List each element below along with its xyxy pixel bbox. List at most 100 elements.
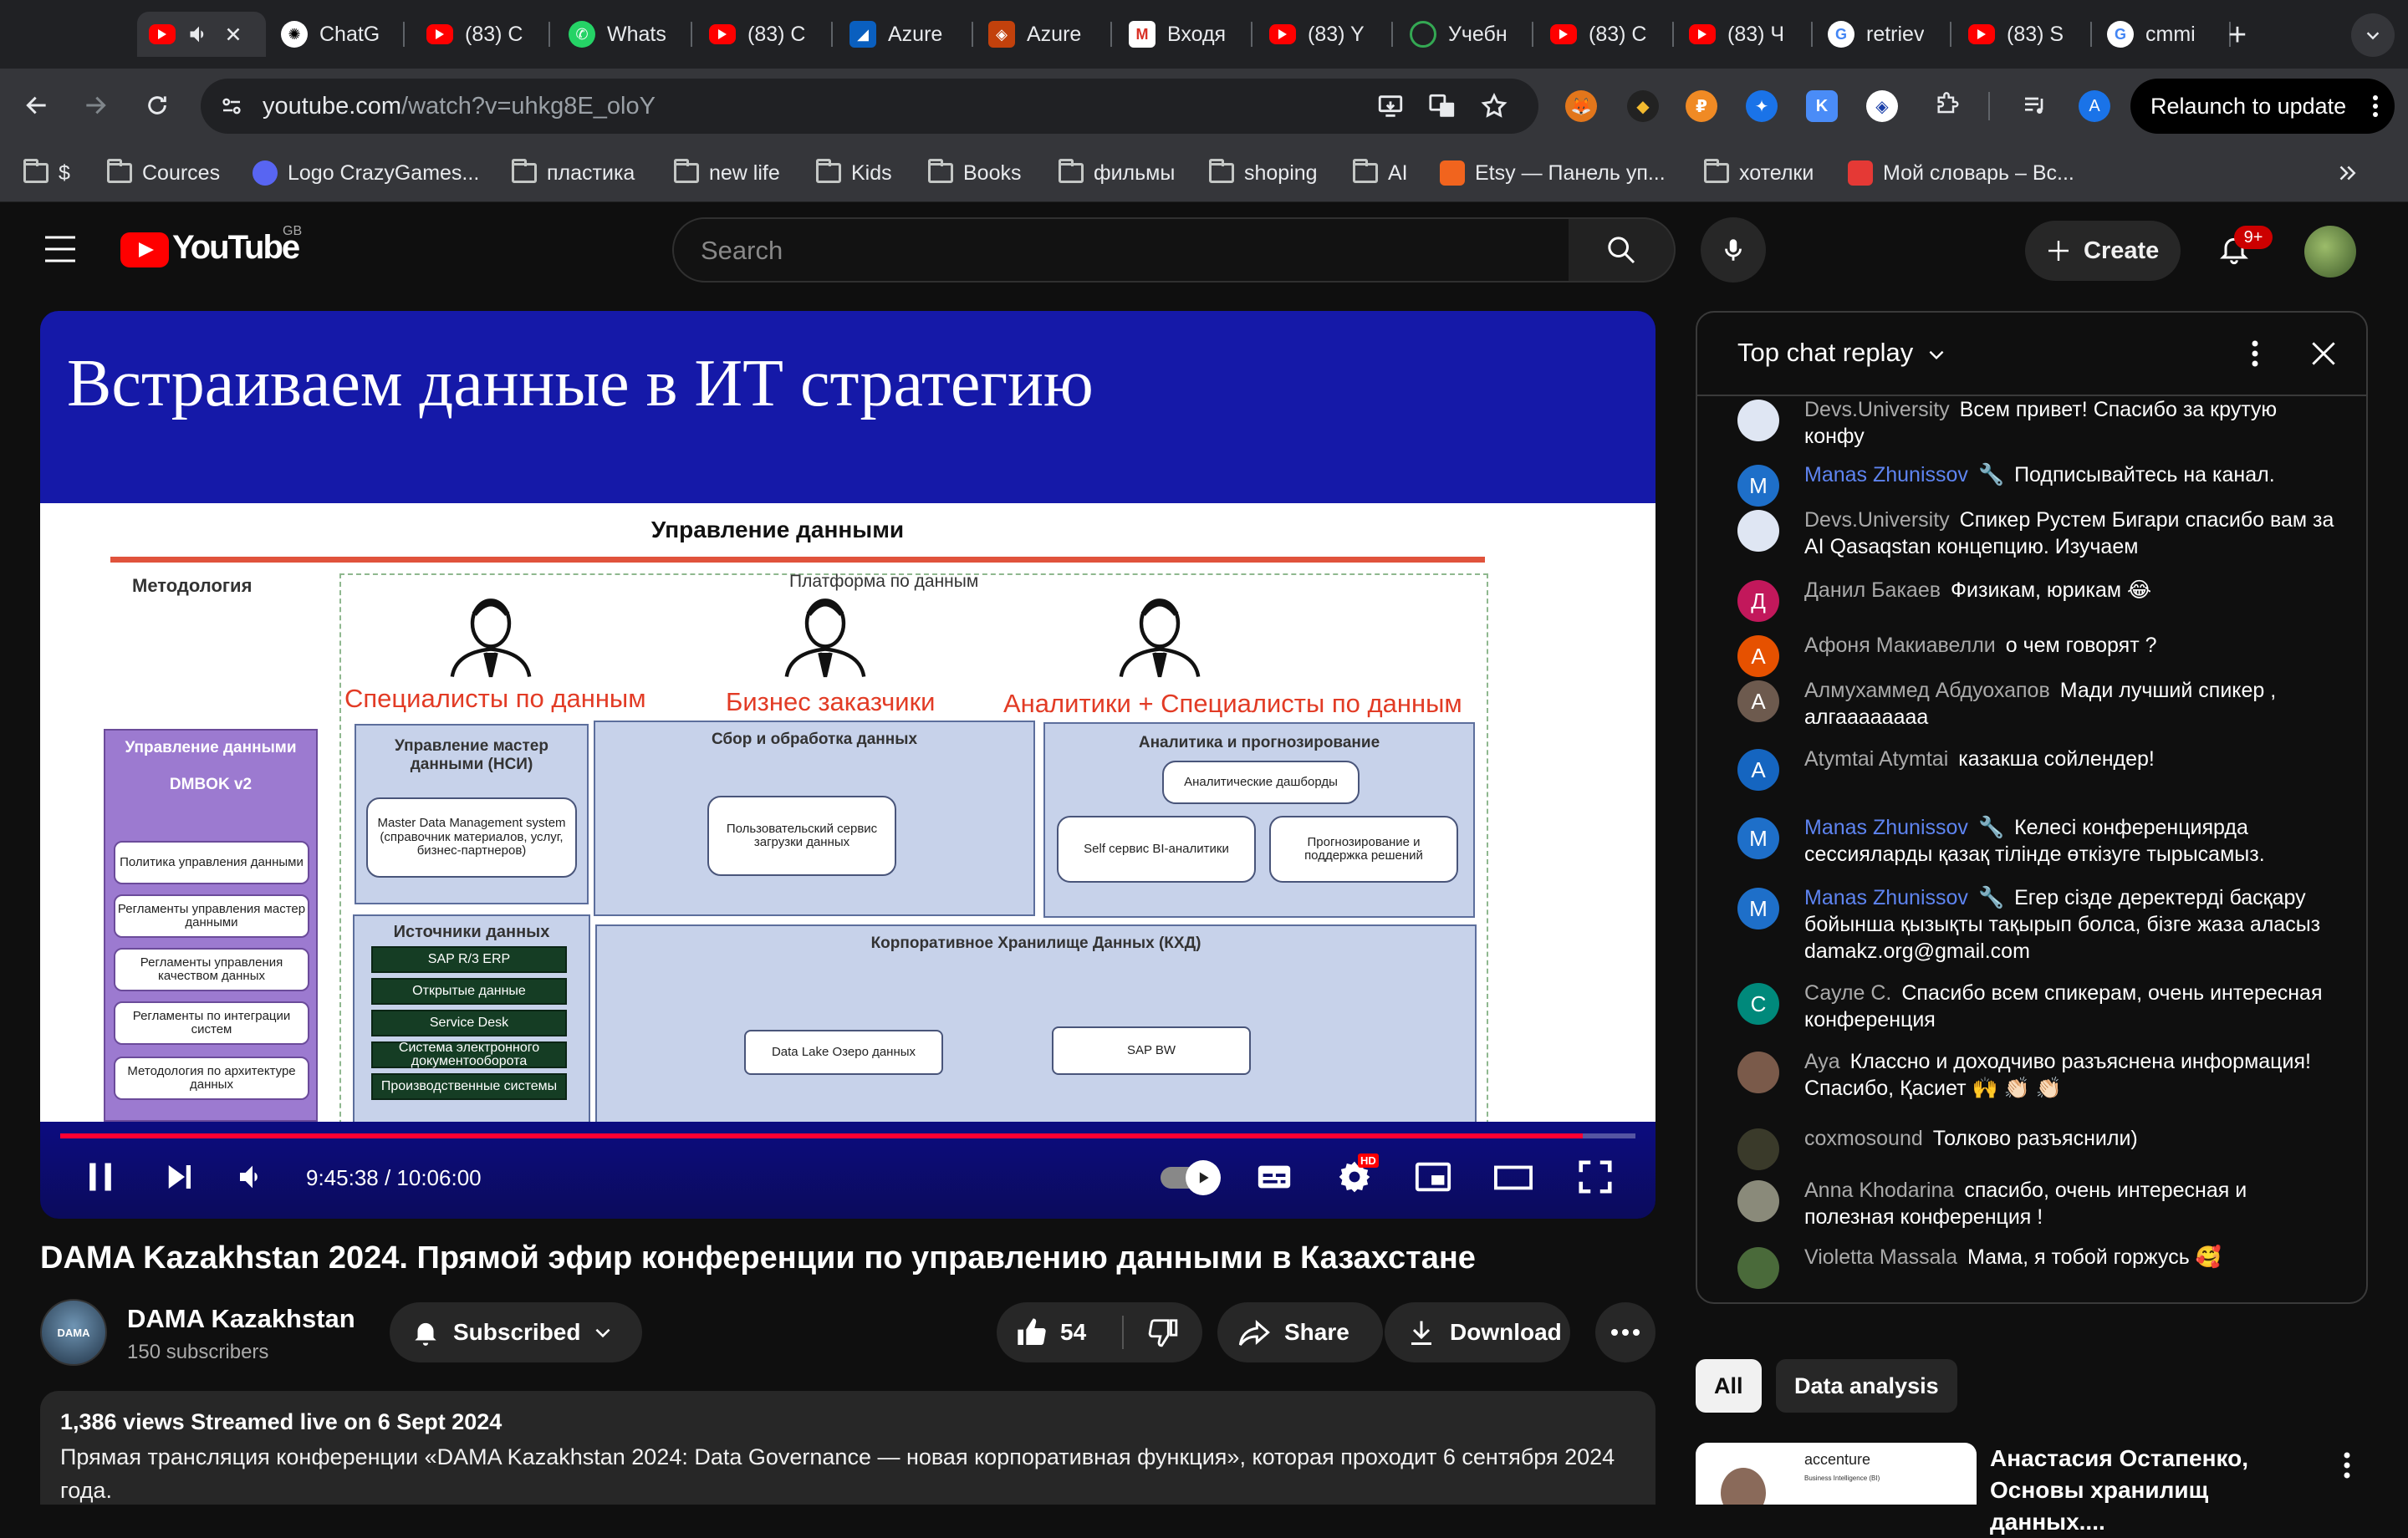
chat-avatar[interactable] <box>1737 1052 1779 1093</box>
bookmark-folder[interactable]: Cources <box>107 159 220 187</box>
speaker-icon[interactable] <box>187 23 211 46</box>
coin-extension-icon[interactable]: ₽ <box>1686 90 1717 122</box>
search-input[interactable]: Search <box>672 217 1570 283</box>
bookmark-link[interactable]: Мой словарь – Вс... <box>1848 159 2074 187</box>
miniplayer-button[interactable] <box>1411 1155 1455 1199</box>
media-controls-button[interactable] <box>2015 85 2055 125</box>
voice-search-button[interactable] <box>1701 217 1766 283</box>
share-button[interactable]: Share <box>1217 1302 1383 1362</box>
install-app-icon[interactable] <box>1376 92 1405 120</box>
chat-author[interactable]: Devs.University <box>1804 398 1950 421</box>
description-box[interactable]: 1,386 views Streamed live on 6 Sept 2024… <box>40 1391 1656 1505</box>
bookmark-folder[interactable]: Books <box>928 159 1021 187</box>
chat-author[interactable]: Афоня Макиавелли <box>1804 634 1996 657</box>
bookmark-folder[interactable]: shoping <box>1209 159 1318 187</box>
new-tab-button[interactable]: + <box>2217 15 2258 55</box>
bookmark-link[interactable]: Etsy — Панель уп... <box>1440 159 1666 187</box>
youtube-logo-text[interactable]: YouTube <box>172 229 300 267</box>
translate-icon[interactable] <box>1428 92 1457 120</box>
chat-author[interactable]: Violetta Massala <box>1804 1245 1957 1269</box>
chat-author[interactable]: Aya <box>1804 1050 1840 1073</box>
extensions-button[interactable] <box>1926 85 1967 125</box>
chip-all[interactable]: All <box>1696 1359 1762 1413</box>
chat-avatar[interactable] <box>1737 1247 1779 1289</box>
theater-mode-button[interactable] <box>1492 1155 1535 1199</box>
guide-menu-button[interactable] <box>43 234 77 264</box>
puzzle-blue-icon[interactable]: ✦ <box>1746 90 1778 122</box>
chat-avatar[interactable]: M <box>1737 465 1779 507</box>
recommended-title[interactable]: Анастасия Остапенко, Основы хранилищ дан… <box>1990 1443 2308 1538</box>
url-text[interactable]: youtube.com/watch?v=uhkg8E_oloY <box>263 93 656 120</box>
bookmark-folder[interactable]: хотелки <box>1704 159 1814 187</box>
back-button[interactable] <box>17 85 57 125</box>
bookmark-folder[interactable]: Kids <box>816 159 892 187</box>
bookmark-folder[interactable]: new life <box>674 159 780 187</box>
chat-author[interactable]: Anna Khodarina <box>1804 1179 1954 1202</box>
video-player[interactable]: Встраиваем данные в ИТ стратегию Управле… <box>40 311 1656 1219</box>
browser-tab[interactable]: (83) C <box>415 12 550 57</box>
subscribed-button[interactable]: Subscribed <box>390 1302 642 1362</box>
chat-author[interactable]: Atymtai Atymtai <box>1804 747 1948 771</box>
chat-avatar[interactable]: A <box>1737 749 1779 791</box>
chat-more-icon[interactable] <box>2251 339 2259 368</box>
dislike-button[interactable] <box>1124 1302 1202 1362</box>
chat-avatar[interactable]: А <box>1737 635 1779 677</box>
browser-tab[interactable]: (83) Ч <box>1677 12 1813 57</box>
download-button[interactable]: Download <box>1385 1302 1570 1362</box>
browser-tab[interactable]: (83) S <box>1956 12 2092 57</box>
like-button[interactable]: 54 <box>997 1302 1122 1362</box>
more-actions-button[interactable] <box>1595 1302 1656 1362</box>
chat-avatar[interactable]: M <box>1737 888 1779 929</box>
fullscreen-button[interactable] <box>1574 1155 1617 1199</box>
browser-tab[interactable]: (83) C <box>1538 12 1674 57</box>
chat-author[interactable]: coxmosound <box>1804 1127 1923 1150</box>
chat-avatar[interactable] <box>1737 510 1779 552</box>
tab-search-button[interactable] <box>2351 13 2395 57</box>
binance-icon[interactable]: ◆ <box>1627 90 1659 122</box>
settings-button[interactable]: HD <box>1333 1154 1379 1199</box>
profile-avatar[interactable]: A <box>2079 90 2110 122</box>
autoplay-toggle[interactable] <box>1161 1160 1221 1195</box>
chat-avatar[interactable]: А <box>1737 680 1779 722</box>
browser-tab[interactable]: ✆ Whats <box>557 12 692 57</box>
recommended-more-icon[interactable] <box>2343 1451 2351 1479</box>
chat-avatar[interactable]: С <box>1737 983 1779 1025</box>
create-button[interactable]: Create <box>2025 221 2181 281</box>
bookmark-folder[interactable]: AI <box>1353 159 1408 187</box>
chat-author[interactable]: Алмухаммед Абдуохапов <box>1804 679 2050 702</box>
chat-avatar[interactable] <box>1737 400 1779 441</box>
volume-button[interactable] <box>231 1155 274 1199</box>
tab-active-youtube[interactable] <box>137 12 266 57</box>
chat-avatar[interactable] <box>1737 1180 1779 1222</box>
address-bar[interactable]: youtube.com/watch?v=uhkg8E_oloY <box>201 79 1538 134</box>
more-bookmarks-icon[interactable] <box>2334 160 2360 186</box>
k-extension-icon[interactable]: K <box>1806 90 1838 122</box>
search-button[interactable] <box>1569 217 1676 283</box>
recommended-thumbnail[interactable]: accenture Business Intelligence (BI) <box>1696 1443 1977 1505</box>
chat-avatar[interactable] <box>1737 1128 1779 1170</box>
channel-name[interactable]: DAMA Kazakhstan <box>127 1304 355 1334</box>
metamask-icon[interactable]: 🦊 <box>1565 90 1597 122</box>
close-icon[interactable] <box>2308 338 2339 369</box>
progress-bar[interactable] <box>60 1133 1635 1138</box>
relaunch-button[interactable]: Relaunch to update <box>2130 79 2395 134</box>
site-info-icon[interactable] <box>219 94 244 119</box>
chat-mode-dropdown[interactable]: Top chat replay <box>1737 338 1947 368</box>
chat-avatar[interactable]: M <box>1737 817 1779 859</box>
bookmark-link[interactable]: Logo CrazyGames... <box>253 159 479 187</box>
browser-tab[interactable]: (83) Y <box>1258 12 1393 57</box>
next-button[interactable] <box>157 1155 201 1199</box>
browser-tab[interactable]: ✺ ChatG <box>269 12 405 57</box>
browser-tab[interactable]: Gcmmi <box>2095 12 2231 57</box>
chip-data-analysis[interactable]: Data analysis <box>1776 1359 1957 1413</box>
close-tab-icon[interactable] <box>222 23 244 45</box>
browser-tab[interactable]: ◢ Azure <box>838 12 973 57</box>
chat-author[interactable]: Сауле С. <box>1804 981 1891 1005</box>
pause-button[interactable] <box>79 1155 122 1199</box>
browser-tab[interactable]: ◈ Azure <box>977 12 1112 57</box>
user-avatar[interactable] <box>2304 226 2356 278</box>
bookmark-folder[interactable]: фильмы <box>1059 159 1175 187</box>
subtitles-button[interactable] <box>1252 1155 1296 1199</box>
diamond-extension-icon[interactable]: ◈ <box>1866 90 1898 122</box>
chat-author[interactable]: Manas Zhunissov <box>1804 886 1968 909</box>
